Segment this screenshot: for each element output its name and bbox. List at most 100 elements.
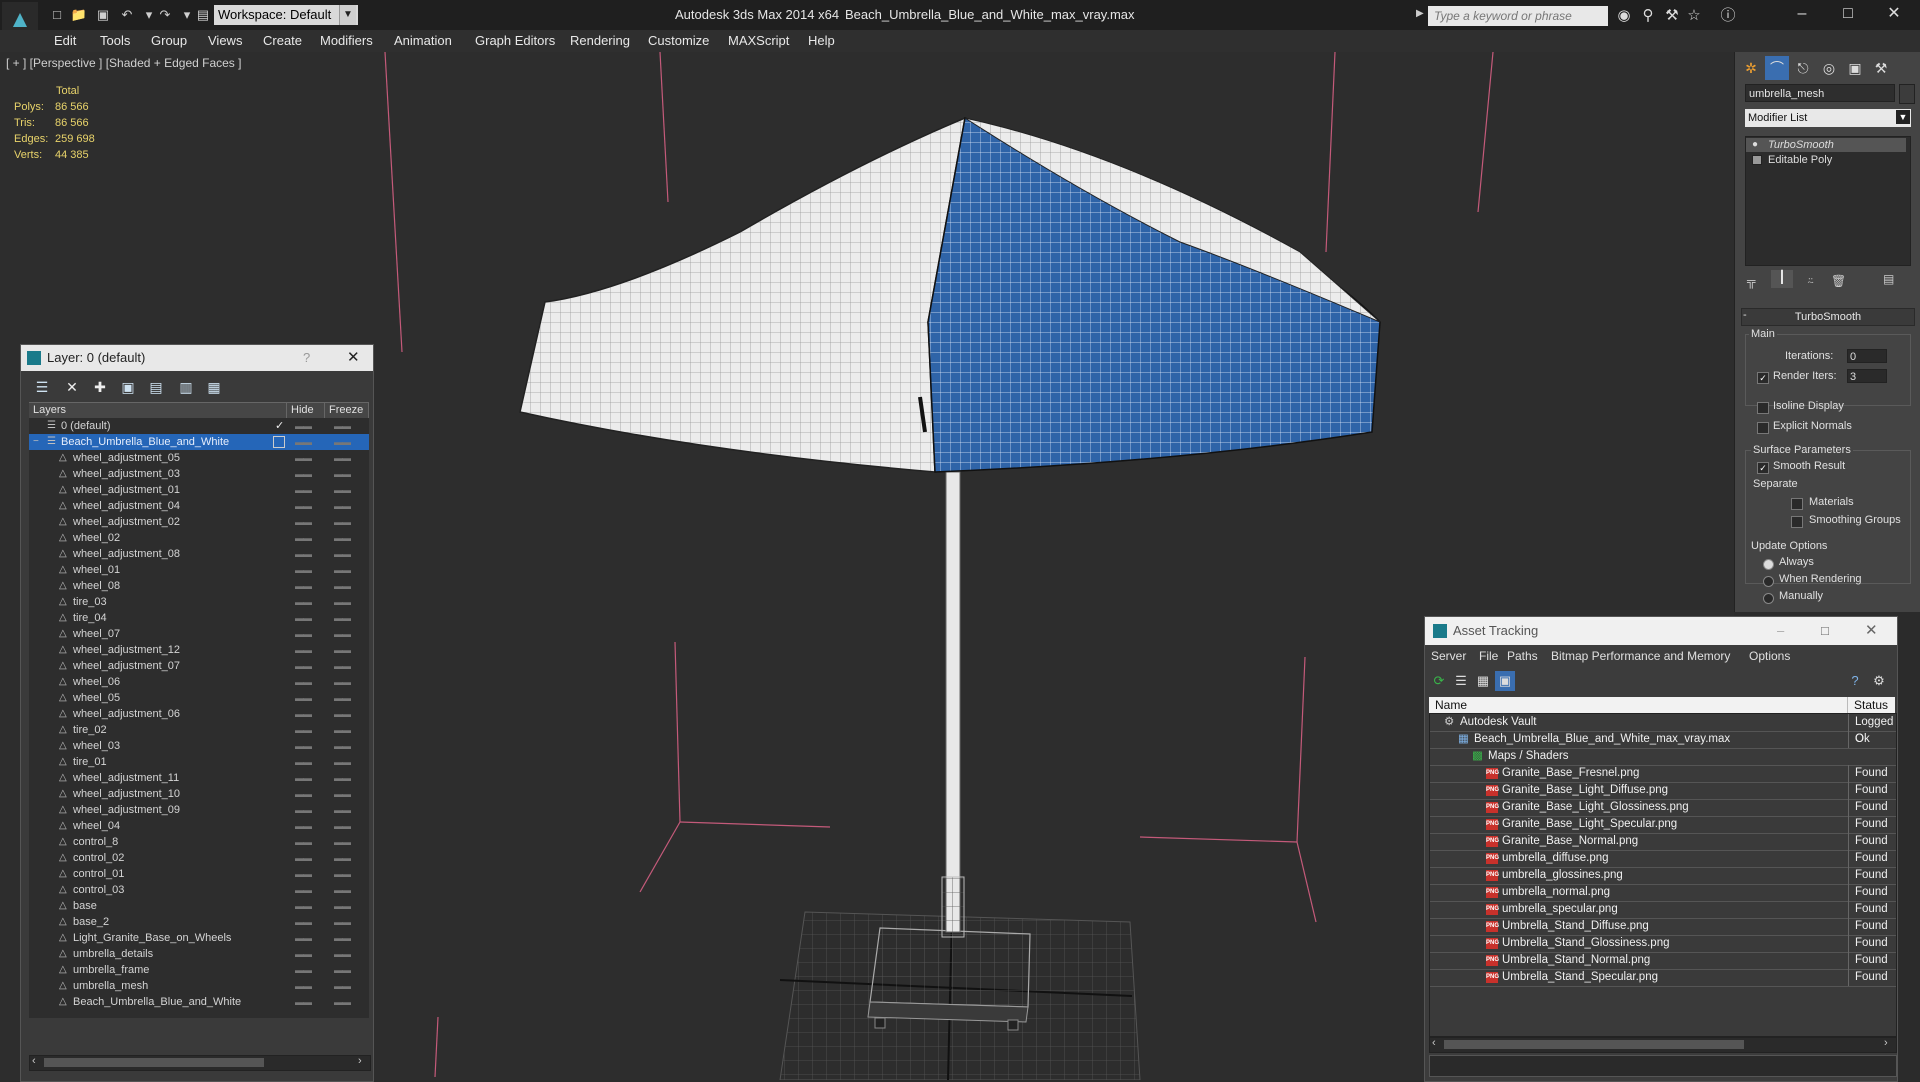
layer-object-row[interactable]: △ umbrella_frame ▬▬ ▬▬	[29, 962, 369, 978]
maximize-icon[interactable]: □	[1821, 617, 1829, 645]
utilities-tab-icon[interactable]: ⚒	[1869, 56, 1893, 80]
hide-toggle[interactable]: ▬▬	[295, 626, 312, 642]
layer-object-row[interactable]: △ wheel_adjustment_03 ▬▬ ▬▬	[29, 466, 369, 482]
col-hide[interactable]: Hide	[287, 403, 325, 418]
menu-customize[interactable]: Customize	[648, 33, 709, 48]
hide-toggle[interactable]: ▬▬	[295, 450, 312, 466]
hide-toggle[interactable]: ▬▬	[295, 690, 312, 706]
menu-views[interactable]: Views	[208, 33, 242, 48]
freeze-toggle[interactable]: ▬▬	[334, 578, 351, 594]
asset-row[interactable]: ▦ Beach_Umbrella_Blue_and_White_max_vray.…	[1430, 731, 1896, 749]
layer-object-row[interactable]: △ wheel_02 ▬▬ ▬▬	[29, 530, 369, 546]
hide-toggle[interactable]: ▬▬	[295, 642, 312, 658]
stack-item-turbosmooth[interactable]: TurboSmooth	[1746, 138, 1906, 152]
minimize-icon[interactable]: –	[1777, 617, 1784, 645]
layer-dialog-titlebar[interactable]: Layer: 0 (default) ? ✕	[21, 345, 373, 371]
object-color-swatch[interactable]	[1899, 84, 1915, 104]
freeze-toggle[interactable]: ▬▬	[334, 754, 351, 770]
current-layer-check-icon[interactable]: ✓	[275, 418, 284, 434]
scroll-thumb[interactable]	[1444, 1040, 1744, 1049]
layer-object-row[interactable]: △ umbrella_details ▬▬ ▬▬	[29, 946, 369, 962]
menu-rendering[interactable]: Rendering	[570, 33, 630, 48]
delete-layer-icon[interactable]: ✕	[61, 377, 83, 397]
materials-checkbox[interactable]	[1791, 498, 1803, 510]
object-name-field[interactable]: umbrella_mesh	[1745, 84, 1895, 102]
hide-toggle[interactable]: ▬▬	[295, 482, 312, 498]
hide-toggle[interactable]: ▬▬	[295, 738, 312, 754]
search-expand-icon[interactable]: ▶	[1416, 8, 1424, 19]
asset-tracking-titlebar[interactable]: Asset Tracking – □ ✕	[1425, 617, 1897, 645]
layer-object-row[interactable]: △ wheel_06 ▬▬ ▬▬	[29, 674, 369, 690]
freeze-toggle[interactable]: ▬▬	[334, 850, 351, 866]
layer-object-row[interactable]: △ wheel_adjustment_05 ▬▬ ▬▬	[29, 450, 369, 466]
refresh-icon[interactable]: ⟳	[1429, 671, 1449, 691]
create-tab-icon[interactable]: ✲	[1739, 56, 1763, 80]
asset-row[interactable]: PNG Granite_Base_Light_Diffuse.png Found	[1430, 782, 1896, 800]
hide-toggle[interactable]: ▬▬	[295, 834, 312, 850]
isoline-display-checkbox[interactable]	[1757, 402, 1769, 414]
project-folder-icon[interactable]: ▤	[194, 6, 212, 24]
scroll-left-icon[interactable]: ‹	[32, 1055, 36, 1067]
hide-toggle[interactable]: ▬▬	[295, 530, 312, 546]
layer-object-row[interactable]: △ wheel_05 ▬▬ ▬▬	[29, 690, 369, 706]
select-in-layer-icon[interactable]: ▣	[117, 377, 139, 397]
menu-create[interactable]: Create	[263, 33, 302, 48]
menu-graph-editors[interactable]: Graph Editors	[475, 33, 555, 48]
layer-object-row[interactable]: △ control_02 ▬▬ ▬▬	[29, 850, 369, 866]
freeze-toggle[interactable]: ▬▬	[334, 786, 351, 802]
collapse-icon[interactable]: −	[33, 434, 39, 450]
layer-object-row[interactable]: △ tire_02 ▬▬ ▬▬	[29, 722, 369, 738]
freeze-toggle[interactable]: ▬▬	[334, 882, 351, 898]
always-radio[interactable]	[1763, 559, 1774, 570]
freeze-toggle[interactable]: ▬▬	[334, 898, 351, 914]
hierarchy-tab-icon[interactable]: ⎋	[1791, 56, 1815, 80]
horizontal-scrollbar[interactable]: ‹ ›	[1429, 1037, 1897, 1053]
asset-row[interactable]: PNG umbrella_normal.png Found	[1430, 884, 1896, 902]
hide-toggle[interactable]: ▬▬	[295, 770, 312, 786]
hide-toggle[interactable]: ▬▬	[295, 882, 312, 898]
menu-help[interactable]: Help	[808, 33, 835, 48]
layer-object-row[interactable]: △ wheel_03 ▬▬ ▬▬	[29, 738, 369, 754]
layer-object-row[interactable]: △ wheel_adjustment_11 ▬▬ ▬▬	[29, 770, 369, 786]
menu-maxscript[interactable]: MAXScript	[728, 33, 789, 48]
freeze-toggle[interactable]: ▬▬	[334, 738, 351, 754]
freeze-toggle[interactable]: ▬▬	[334, 466, 351, 482]
freeze-toggle[interactable]: ▬▬	[334, 834, 351, 850]
layer-object-row[interactable]: △ wheel_08 ▬▬ ▬▬	[29, 578, 369, 594]
asset-row[interactable]: PNG Granite_Base_Light_Specular.png Found	[1430, 816, 1896, 834]
hide-toggle[interactable]: ▬▬	[295, 802, 312, 818]
layer-object-row[interactable]: △ wheel_adjustment_06 ▬▬ ▬▬	[29, 706, 369, 722]
freeze-toggle[interactable]: ▬▬	[334, 658, 351, 674]
close-icon[interactable]: ✕	[1872, 2, 1916, 26]
scroll-thumb[interactable]	[44, 1058, 264, 1067]
freeze-toggle[interactable]: ▬▬	[334, 818, 351, 834]
layer-object-row[interactable]: △ wheel_01 ▬▬ ▬▬	[29, 562, 369, 578]
menu-bitmap-performance[interactable]: Bitmap Performance and Memory	[1551, 649, 1730, 663]
hide-toggle[interactable]: ▬▬	[295, 946, 312, 962]
hide-toggle[interactable]: ▬▬	[295, 850, 312, 866]
layer-object-row[interactable]: △ tire_04 ▬▬ ▬▬	[29, 610, 369, 626]
menu-tools[interactable]: Tools	[100, 33, 130, 48]
freeze-toggle[interactable]: ▬▬	[334, 594, 351, 610]
modify-tab-icon[interactable]: ⌒	[1765, 56, 1789, 80]
layer-object-row[interactable]: △ wheel_adjustment_01 ▬▬ ▬▬	[29, 482, 369, 498]
layer-row-default[interactable]: ☰ 0 (default) ✓ ▬▬ ▬▬	[29, 418, 369, 434]
freeze-toggle[interactable]: ▬▬	[334, 530, 351, 546]
display-tab-icon[interactable]: ▣	[1843, 56, 1867, 80]
hide-toggle[interactable]: ▬▬	[295, 898, 312, 914]
maximize-icon[interactable]: □	[1826, 2, 1870, 26]
menu-server[interactable]: Server	[1431, 649, 1466, 663]
layer-object-row[interactable]: △ wheel_04 ▬▬ ▬▬	[29, 818, 369, 834]
search-input[interactable]: Type a keyword or phrase	[1428, 6, 1608, 26]
freeze-toggle[interactable]: ▬▬	[334, 626, 351, 642]
stack-item-editable-poly[interactable]: Editable Poly	[1746, 153, 1906, 167]
new-file-icon[interactable]: □	[48, 6, 66, 24]
add-to-layer-icon[interactable]: ✚	[89, 377, 111, 397]
freeze-toggle[interactable]: ▬▬	[334, 514, 351, 530]
layer-object-row[interactable]: △ base_2 ▬▬ ▬▬	[29, 914, 369, 930]
hide-toggle[interactable]: ▬▬	[295, 866, 312, 882]
asset-row[interactable]: PNG umbrella_diffuse.png Found	[1430, 850, 1896, 868]
freeze-toggle[interactable]: ▬▬	[334, 866, 351, 882]
asset-row[interactable]: PNG umbrella_specular.png Found	[1430, 901, 1896, 919]
hide-toggle[interactable]: ▬▬	[295, 498, 312, 514]
